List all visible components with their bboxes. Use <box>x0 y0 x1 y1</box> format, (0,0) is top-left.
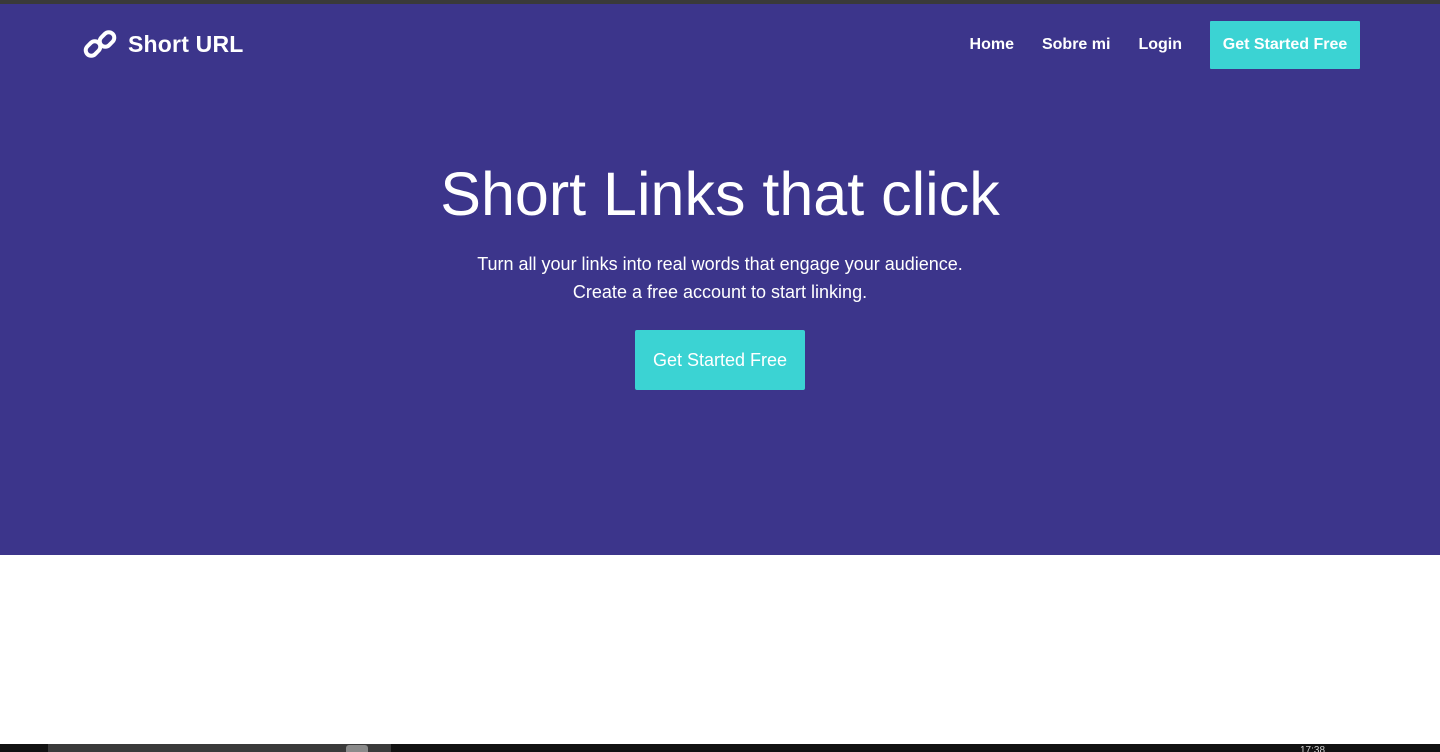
taskbar-app-icon[interactable] <box>346 745 368 752</box>
hero-get-started-button[interactable]: Get Started Free <box>635 330 805 390</box>
hero-content: Short Links that click Turn all your lin… <box>0 156 1440 390</box>
nav-link-login[interactable]: Login <box>1138 21 1182 69</box>
nav-get-started-button[interactable]: Get Started Free <box>1210 21 1360 69</box>
nav-link-sobre-mi[interactable]: Sobre mi <box>1042 21 1110 69</box>
os-taskbar: 17:38 <box>0 744 1440 752</box>
taskbar-clock: 17:38 <box>1300 746 1326 752</box>
brand-logo-link[interactable]: Short URL <box>82 26 244 62</box>
navbar: Short URL Home Sobre mi Login Get Starte… <box>0 4 1440 86</box>
taskbar-window-button[interactable] <box>48 744 391 752</box>
brand-name: Short URL <box>128 30 244 57</box>
hero-title: Short Links that click <box>440 160 1000 228</box>
nav-link-home[interactable]: Home <box>970 21 1014 69</box>
link-chain-icon <box>82 26 118 62</box>
hero-subtitle-line-2: Create a free account to start linking. <box>572 282 868 302</box>
nav-menu: Home Sobre mi Login Get Started Free <box>942 21 1360 69</box>
hero-section: Short URL Home Sobre mi Login Get Starte… <box>0 4 1440 555</box>
hero-subtitle: Turn all your links into real words that… <box>0 250 1440 306</box>
hero-subtitle-line-1: Turn all your links into real words that… <box>477 254 963 274</box>
